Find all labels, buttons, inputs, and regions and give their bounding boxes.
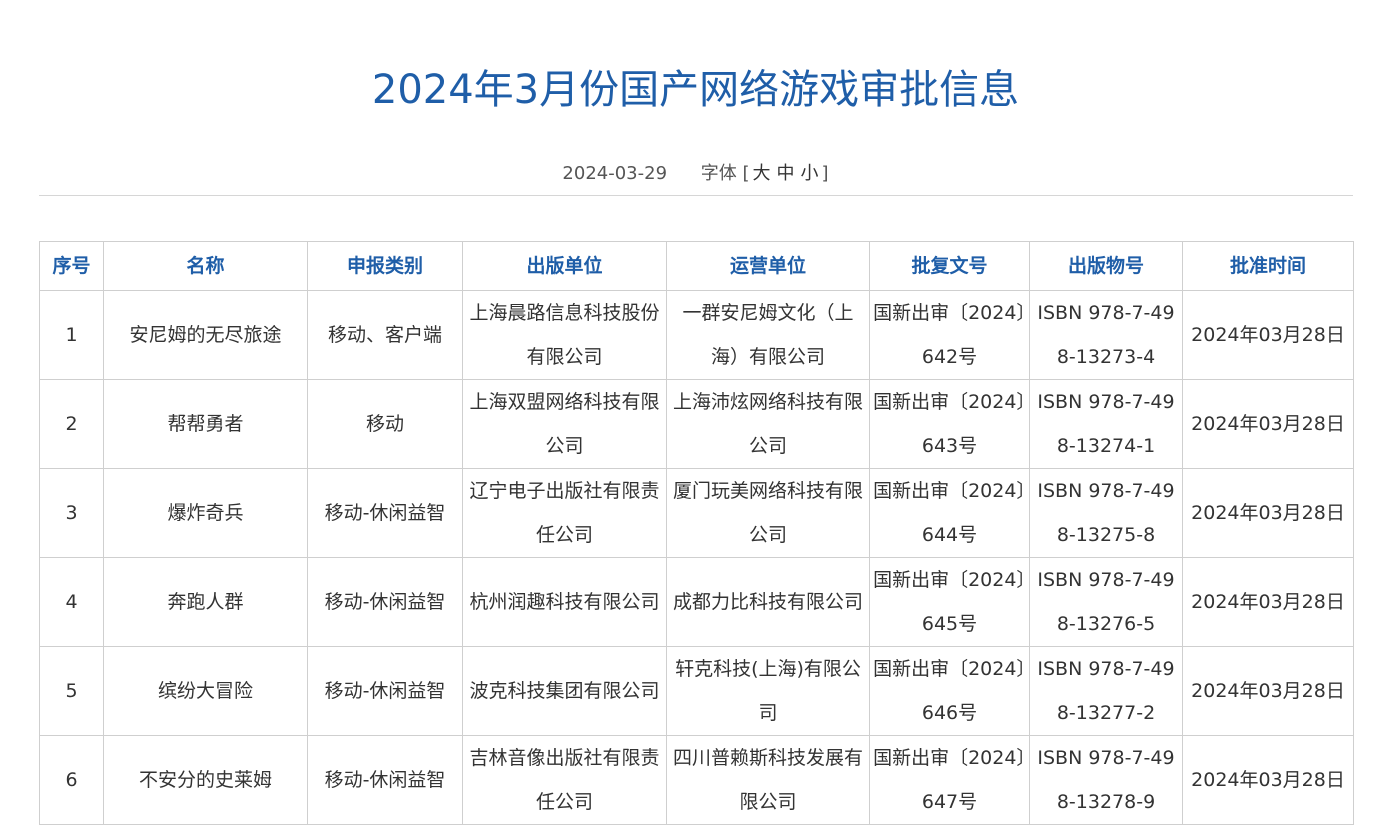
table-row: 4 奔跑人群 移动-休闲益智 杭州润趣科技有限公司 成都力比科技有限公司 国新出… (39, 557, 1354, 647)
cell-index: 2 (39, 379, 104, 469)
cell-category: 移动 (307, 379, 463, 469)
cell-approval-date: 2024年03月28日 (1182, 646, 1354, 736)
cell-index: 4 (39, 557, 104, 647)
cell-operator: 一群安尼姆文化（上海）有限公司 (666, 290, 870, 380)
cell-index: 3 (39, 468, 104, 558)
cell-index: 1 (39, 290, 104, 380)
cell-name: 帮帮勇者 (103, 379, 308, 469)
cell-approval-date: 2024年03月28日 (1182, 468, 1354, 558)
article-meta: 2024-03-29 字体 [大中小] (0, 160, 1391, 188)
table-row: 6 不安分的史莱姆 移动-休闲益智 吉林音像出版社有限责任公司 四川普赖斯科技发… (39, 735, 1354, 825)
cell-publisher: 杭州润趣科技有限公司 (462, 557, 667, 647)
header-publisher: 出版单位 (462, 241, 667, 291)
header-isbn: 出版物号 (1029, 241, 1183, 291)
table-row: 5 缤纷大冒险 移动-休闲益智 波克科技集团有限公司 轩克科技(上海)有限公司 … (39, 646, 1354, 736)
cell-isbn: ISBN 978-7-498-13275-8 (1029, 468, 1183, 558)
publish-date: 2024-03-29 (562, 163, 668, 184)
cell-name: 不安分的史莱姆 (103, 735, 308, 825)
cell-operator: 厦门玩美网络科技有限公司 (666, 468, 870, 558)
header-category: 申报类别 (307, 241, 463, 291)
cell-publisher: 吉林音像出版社有限责任公司 (462, 735, 667, 825)
page-title: 2024年3月份国产网络游戏审批信息 (371, 67, 1020, 113)
header-approval-number: 批复文号 (869, 241, 1030, 291)
cell-category: 移动-休闲益智 (307, 735, 463, 825)
cell-name: 安尼姆的无尽旅途 (103, 290, 308, 380)
cell-index: 6 (39, 735, 104, 825)
cell-publisher: 上海晨路信息科技股份有限公司 (462, 290, 667, 380)
cell-publisher: 波克科技集团有限公司 (462, 646, 667, 736)
cell-approval-number: 国新出审〔2024〕644号 (869, 468, 1030, 558)
table-row: 3 爆炸奇兵 移动-休闲益智 辽宁电子出版社有限责任公司 厦门玩美网络科技有限公… (39, 468, 1354, 558)
cell-category: 移动-休闲益智 (307, 646, 463, 736)
font-size-bracket-close: ] (821, 163, 829, 184)
cell-approval-date: 2024年03月28日 (1182, 735, 1354, 825)
font-size-medium-link[interactable]: 中 (777, 163, 795, 184)
cell-operator: 成都力比科技有限公司 (666, 557, 870, 647)
cell-category: 移动-休闲益智 (307, 468, 463, 558)
cell-approval-date: 2024年03月28日 (1182, 379, 1354, 469)
font-size-label: 字体 (700, 163, 737, 184)
cell-approval-date: 2024年03月28日 (1182, 290, 1354, 380)
font-size-small-link[interactable]: 小 (801, 163, 819, 184)
cell-category: 移动-休闲益智 (307, 557, 463, 647)
table-header-row: 序号 名称 申报类别 出版单位 运营单位 批复文号 出版物号 批准时间 (39, 241, 1354, 291)
cell-index: 5 (39, 646, 104, 736)
cell-isbn: ISBN 978-7-498-13276-5 (1029, 557, 1183, 647)
cell-name: 缤纷大冒险 (103, 646, 308, 736)
cell-operator: 四川普赖斯科技发展有限公司 (666, 735, 870, 825)
cell-name: 奔跑人群 (103, 557, 308, 647)
cell-category: 移动、客户端 (307, 290, 463, 380)
cell-approval-number: 国新出审〔2024〕647号 (869, 735, 1030, 825)
cell-isbn: ISBN 978-7-498-13277-2 (1029, 646, 1183, 736)
approval-table: 序号 名称 申报类别 出版单位 运营单位 批复文号 出版物号 批准时间 1 安尼… (39, 241, 1354, 825)
cell-operator: 上海沛炫网络科技有限公司 (666, 379, 870, 469)
cell-name: 爆炸奇兵 (103, 468, 308, 558)
cell-approval-number: 国新出审〔2024〕645号 (869, 557, 1030, 647)
cell-operator: 轩克科技(上海)有限公司 (666, 646, 870, 736)
cell-approval-number: 国新出审〔2024〕646号 (869, 646, 1030, 736)
cell-approval-number: 国新出审〔2024〕643号 (869, 379, 1030, 469)
table-row: 1 安尼姆的无尽旅途 移动、客户端 上海晨路信息科技股份有限公司 一群安尼姆文化… (39, 290, 1354, 380)
header-operator: 运营单位 (666, 241, 870, 291)
cell-approval-number: 国新出审〔2024〕642号 (869, 290, 1030, 380)
header-name: 名称 (103, 241, 308, 291)
header-approval-date: 批准时间 (1182, 241, 1354, 291)
header-index: 序号 (39, 241, 104, 291)
cell-publisher: 上海双盟网络科技有限公司 (462, 379, 667, 469)
cell-isbn: ISBN 978-7-498-13278-9 (1029, 735, 1183, 825)
font-size-large-link[interactable]: 大 (753, 163, 771, 184)
cell-publisher: 辽宁电子出版社有限责任公司 (462, 468, 667, 558)
cell-isbn: ISBN 978-7-498-13273-4 (1029, 290, 1183, 380)
cell-approval-date: 2024年03月28日 (1182, 557, 1354, 647)
table-row: 2 帮帮勇者 移动 上海双盟网络科技有限公司 上海沛炫网络科技有限公司 国新出审… (39, 379, 1354, 469)
font-size-bracket-open: [ (742, 163, 750, 184)
cell-isbn: ISBN 978-7-498-13274-1 (1029, 379, 1183, 469)
divider (39, 195, 1353, 196)
